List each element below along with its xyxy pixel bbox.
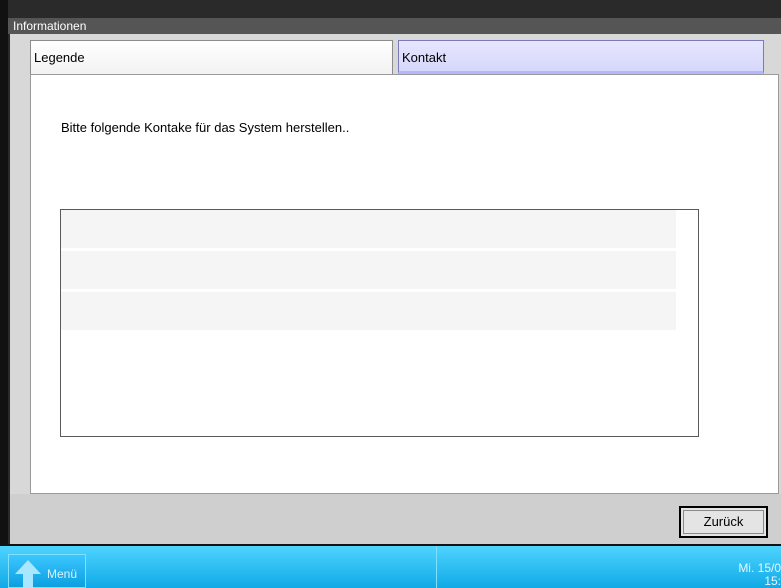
taskbar-divider <box>436 546 437 588</box>
clock-time: 15: <box>764 574 781 588</box>
taskbar <box>0 546 781 588</box>
list-item[interactable] <box>61 251 676 289</box>
contact-instruction-text: Bitte folgende Kontake für das System he… <box>61 120 350 135</box>
menu-button[interactable]: Menü <box>8 554 86 588</box>
tab-legende[interactable]: Legende <box>30 40 393 74</box>
footer-bar <box>10 494 781 544</box>
tab-content-panel: Bitte folgende Kontake für das System he… <box>30 74 779 494</box>
back-button[interactable]: Zurück <box>679 506 768 538</box>
arrow-up-icon <box>15 560 41 588</box>
menu-label: Menü <box>47 567 78 581</box>
contact-list[interactable] <box>60 209 699 437</box>
clock: Mi. 15/0 15: <box>738 562 781 588</box>
tab-kontakt[interactable]: Kontakt <box>398 40 764 74</box>
list-item[interactable] <box>61 292 676 330</box>
list-item[interactable] <box>61 210 676 248</box>
window-title: Informationen <box>8 18 781 34</box>
screen: Informationen Legende Kontakt Bitte folg… <box>0 0 781 588</box>
